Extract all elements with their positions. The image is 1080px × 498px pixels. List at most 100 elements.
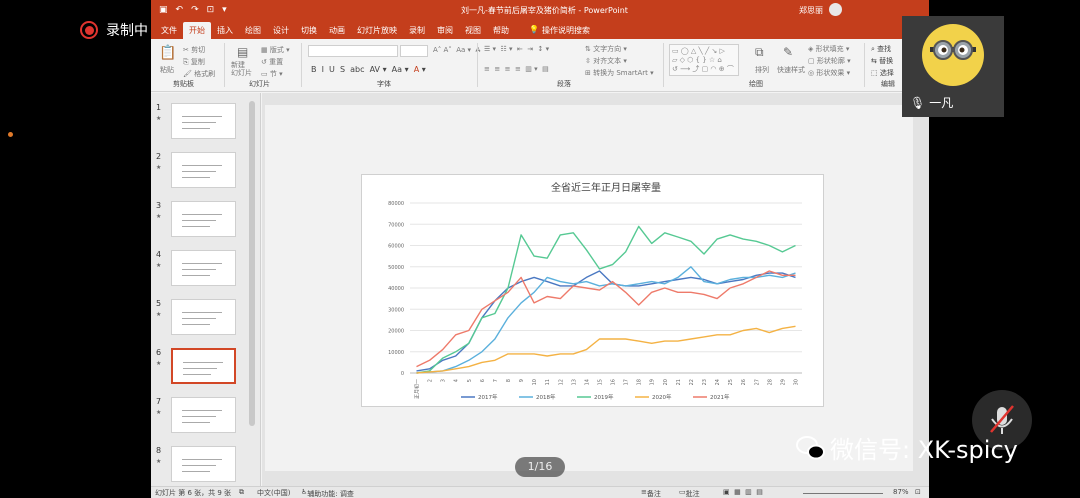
slide-thumbnail-3[interactable] [171, 201, 236, 237]
slide-thumbnail-2[interactable] [171, 152, 236, 188]
chart-container[interactable]: 全省近三年正月日屠宰量 0 10000 20000 30000 40000 50000 600… [361, 174, 824, 407]
present-icon[interactable]: ⊡ [207, 5, 215, 15]
x-tick-label: 2 [428, 379, 434, 382]
text-direction-button[interactable]: ⇅ 文字方向 ▾ [585, 44, 627, 54]
participant-video[interactable]: 🎙 一凡 [902, 16, 1004, 117]
layout-button[interactable]: ▦ 版式 ▾ [261, 45, 290, 55]
undo-icon[interactable]: ↶ [176, 5, 184, 15]
shape-effects-button[interactable]: ◎ 形状效果 ▾ [808, 68, 850, 78]
zoom-level[interactable]: 87% [893, 488, 909, 496]
x-tick-label: 16 [611, 379, 617, 385]
fit-to-window-icon[interactable]: ⊡ [915, 488, 921, 496]
shape-outline-button[interactable]: ▢ 形状轮廓 ▾ [808, 56, 851, 66]
list-buttons[interactable]: ☰ ▾ ☷ ▾ ⇤ ⇥ ↕ ▾ [484, 45, 549, 53]
copy-button[interactable]: ⎘ 复制 [183, 57, 205, 67]
animation-star-icon: ★ [156, 360, 162, 367]
recording-indicator[interactable]: 录制中 [80, 20, 148, 40]
tab-11[interactable]: 帮助 [487, 22, 515, 39]
slide-thumbnail-4[interactable] [171, 250, 236, 286]
quick-styles-icon[interactable]: ✎ [783, 45, 793, 59]
font-style-buttons[interactable]: B I U S abc AV ▾ Aa ▾ A ▾ [311, 65, 426, 74]
notes-button[interactable]: ≡ 备注 [641, 488, 661, 498]
format-painter-button[interactable]: 🖌 格式刷 [183, 69, 215, 79]
smartart-button[interactable]: ⊞ 转换为 SmartArt ▾ [585, 68, 654, 78]
x-tick-label: 29 [780, 379, 786, 385]
tab-8[interactable]: 录制 [403, 22, 431, 39]
find-button[interactable]: ⌕ 查找 [871, 44, 891, 54]
shape-fill-button[interactable]: ◈ 形状填充 ▾ [808, 44, 849, 54]
thumbnail-scrollbar[interactable] [249, 101, 255, 426]
user-name[interactable]: 郑思丽 [799, 5, 823, 16]
tell-me-search[interactable]: 💡 操作说明搜索 [525, 22, 594, 39]
user-avatar[interactable] [829, 3, 842, 16]
slide-thumbnail-7[interactable] [171, 397, 236, 433]
tab-3[interactable]: 绘图 [239, 22, 267, 39]
section-button[interactable]: ▭ 节 ▾ [261, 69, 283, 79]
slide-thumbnail-8[interactable] [171, 446, 236, 482]
tab-1[interactable]: 开始 [183, 22, 211, 39]
accessibility-status[interactable]: ♿ 辅助功能: 调查 [301, 488, 354, 498]
view-buttons[interactable]: ▣ ▦ ▥ ▤ [723, 488, 763, 496]
x-tick-label: 17 [624, 379, 630, 385]
tab-10[interactable]: 视图 [459, 22, 487, 39]
new-slide-button[interactable]: 新建 幻灯片 [231, 61, 252, 77]
group-font: 字体 [377, 80, 391, 88]
thumbnail-number: 2 [156, 152, 162, 161]
align-buttons[interactable]: ≡ ≡ ≡ ≡ ▥ ▾ ▤ [484, 65, 549, 73]
replace-button[interactable]: ⇆ 替换 [871, 56, 893, 66]
ribbon-tabs: 文件 开始 插入 绘图 设计 切换 动画 幻灯片放映 录制 审阅 视图 帮助 💡 操作说明搜索 [151, 20, 929, 39]
x-tick-label: 28 [767, 379, 773, 385]
legend-label: 2021年 [710, 393, 730, 401]
slide-thumbnail-5[interactable] [171, 299, 236, 335]
title-bar: ▣ ↶ ↷ ⊡ ▾ 刘一凡-春节前后屠宰及猪价简析 - PowerPoint 郑… [151, 0, 929, 20]
arrange-icon[interactable]: ⧉ [755, 45, 764, 60]
slide-thumbnail-1[interactable] [171, 103, 236, 139]
select-button[interactable]: ⬚ 选择 [871, 68, 894, 78]
paste-button[interactable]: 粘贴 [160, 65, 174, 75]
shapes-gallery[interactable]: ▭ ◯ △ ╲ ╱ ↘ ▷ ▱ ◇ ⬡ { } ☆ ⌂ ↺ ⟶ ⤴ ▢ ◠ ⊕ … [669, 44, 739, 76]
new-slide-icon[interactable]: ▤ [237, 45, 248, 59]
group-clipboard: 剪贴板 [173, 80, 194, 88]
x-tick-label: 15 [597, 379, 603, 385]
x-tick-label: 3 [441, 379, 447, 382]
zoom-slider[interactable] [803, 493, 883, 494]
slide-canvas[interactable]: 全省近三年正月日屠宰量 0 10000 20000 30000 40000 50000 600… [265, 105, 913, 471]
tab-6[interactable]: 动画 [323, 22, 351, 39]
align-text-button[interactable]: ⇳ 对齐文本 ▾ [585, 56, 627, 66]
tab-7[interactable]: 幻灯片放映 [351, 22, 403, 39]
cut-button[interactable]: ✂ 剪切 [183, 45, 205, 55]
comments-button[interactable]: ▭ 批注 [679, 488, 700, 498]
series-line-2019年 [416, 225, 796, 374]
paste-icon[interactable]: 📋 [159, 45, 176, 61]
participant-name: 🎙 一凡 [910, 95, 954, 111]
font-size-controls[interactable]: A˄ A˅ Aa ▾ A̶ [433, 46, 480, 54]
legend-label: 2020年 [652, 393, 672, 401]
slide-thumbnail-6[interactable] [171, 348, 236, 384]
customize-icon[interactable]: ▾ [222, 5, 227, 15]
quick-styles-button[interactable]: 快速样式 [777, 65, 805, 75]
chart-title: 全省近三年正月日屠宰量 [551, 181, 661, 194]
redo-icon[interactable]: ↷ [191, 5, 199, 15]
x-tick-label: 18 [637, 379, 643, 385]
tab-4[interactable]: 设计 [267, 22, 295, 39]
animation-star-icon: ★ [156, 213, 162, 220]
font-size-input[interactable] [400, 45, 428, 57]
tab-5[interactable]: 切换 [295, 22, 323, 39]
y-tick-label: 60000 [388, 244, 404, 250]
spell-check-icon[interactable]: ⧉ [239, 488, 244, 497]
x-tick-label: 正月初一 [414, 379, 421, 399]
tab-2[interactable]: 插入 [211, 22, 239, 39]
x-tick-label: 21 [676, 379, 682, 385]
tab-0[interactable]: 文件 [155, 22, 183, 39]
thumbnail-number: 3 [156, 201, 162, 210]
wechat-watermark: 微信号: XK-spicy [796, 430, 1018, 465]
animation-star-icon: ★ [156, 409, 162, 416]
animation-star-icon: ★ [156, 458, 162, 465]
tab-9[interactable]: 审阅 [431, 22, 459, 39]
language-indicator[interactable]: 中文(中国) [257, 488, 290, 498]
x-tick-label: 19 [650, 379, 656, 385]
arrange-button[interactable]: 排列 [755, 65, 769, 75]
save-icon[interactable]: ▣ [159, 5, 168, 15]
reset-button[interactable]: ↺ 重置 [261, 57, 283, 67]
font-name-input[interactable] [308, 45, 398, 57]
